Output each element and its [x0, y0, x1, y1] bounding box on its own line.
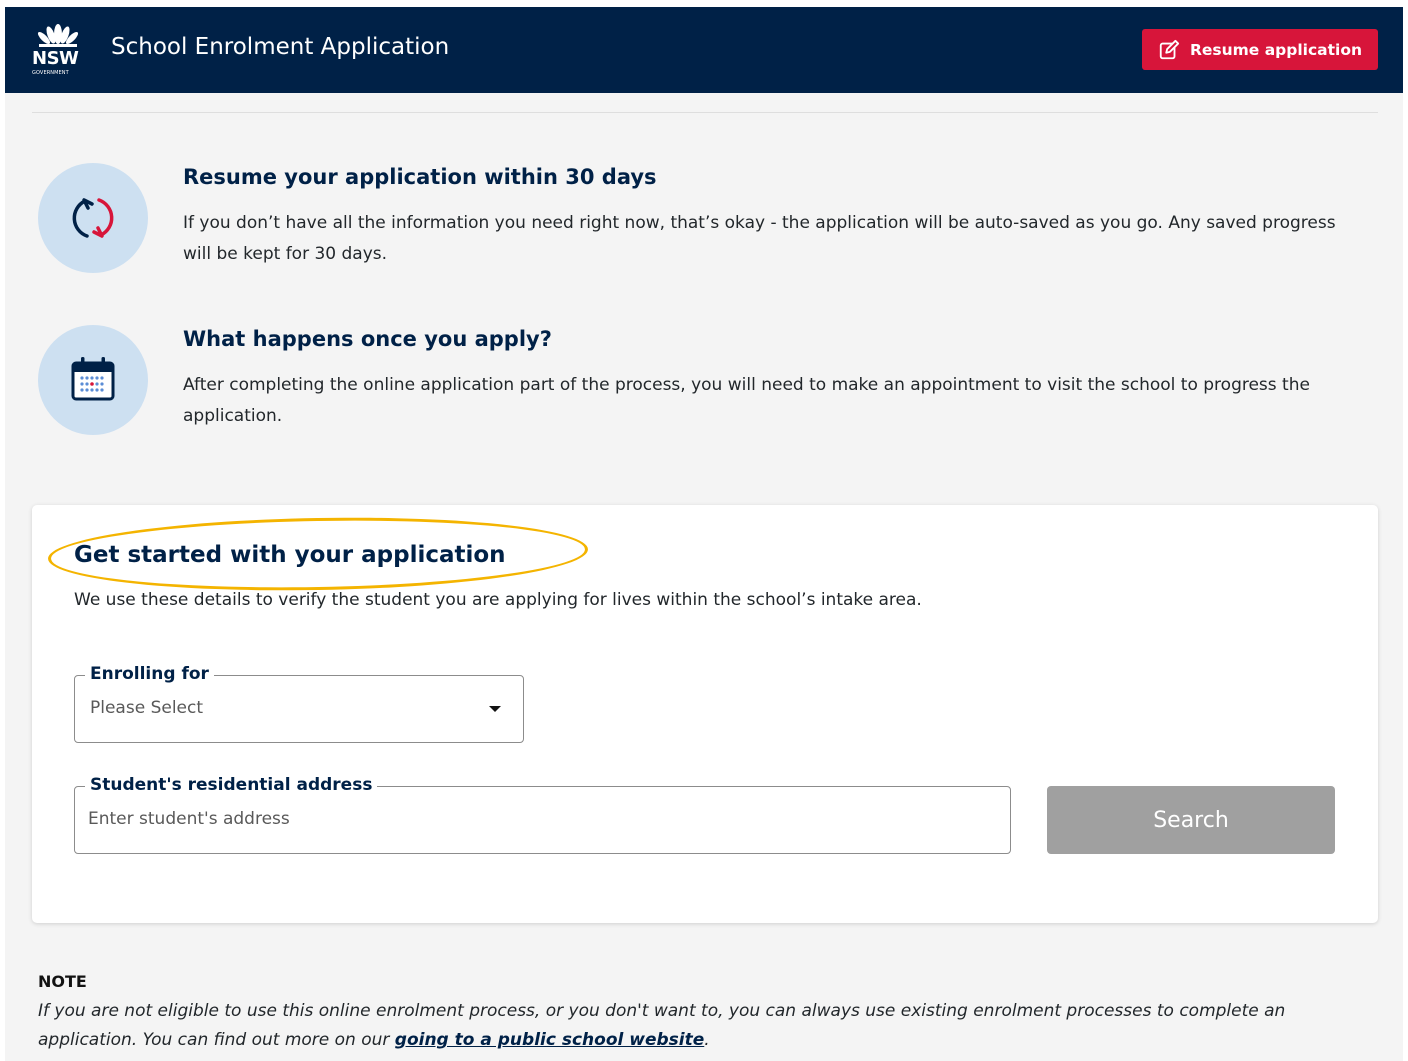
- calendar-icon: [71, 357, 115, 401]
- logo-wordmark: NSW: [32, 48, 79, 69]
- search-button[interactable]: Search: [1047, 786, 1335, 854]
- enrolling-for-select[interactable]: Enrolling for Please Select: [74, 664, 524, 743]
- get-started-card: Get started with your application We use…: [32, 505, 1378, 923]
- note-text-after: .: [704, 1030, 710, 1050]
- page: NSW GOVERNMENT School Enrolment Applicat…: [5, 7, 1403, 1061]
- address-placeholder: Enter student's address: [88, 809, 290, 829]
- note-title: NOTE: [38, 972, 87, 991]
- refresh-icon: [72, 198, 114, 238]
- nsw-government-logo[interactable]: NSW GOVERNMENT: [31, 23, 85, 81]
- refresh-icon-circle: [38, 163, 148, 273]
- note-text: If you are not eligible to use this onli…: [38, 997, 1378, 1055]
- card-description: We use these details to verify the stude…: [74, 590, 922, 610]
- address-field[interactable]: Student's residential address Enter stud…: [74, 775, 1011, 854]
- resume-button-label: Resume application: [1189, 40, 1363, 59]
- caret-down-icon: [489, 706, 501, 712]
- info-text-what-happens: After completing the online application …: [183, 375, 1310, 426]
- resume-application-button[interactable]: Resume application: [1142, 29, 1378, 70]
- edit-icon: [1159, 39, 1180, 59]
- info-heading-what-happens: What happens once you apply?: [183, 327, 552, 351]
- app-title: School Enrolment Application: [111, 34, 450, 60]
- public-school-website-link[interactable]: going to a public school website: [395, 1030, 704, 1050]
- logo-subtext: GOVERNMENT: [32, 70, 69, 76]
- header-divider: [32, 112, 1378, 113]
- top-header: NSW GOVERNMENT School Enrolment Applicat…: [5, 7, 1403, 93]
- info-heading-resume: Resume your application within 30 days: [183, 165, 657, 189]
- calendar-icon-circle: [38, 325, 148, 435]
- waratah-icon: [37, 24, 79, 47]
- address-label: Student's residential address: [85, 775, 378, 795]
- enrolling-for-label: Enrolling for: [85, 664, 214, 684]
- card-title: Get started with your application: [74, 542, 506, 568]
- enrolling-for-value: Please Select: [90, 698, 204, 718]
- info-text-resume: If you don’t have all the information yo…: [183, 213, 1336, 264]
- screenshot-frame: NSW GOVERNMENT School Enrolment Applicat…: [0, 0, 1408, 1061]
